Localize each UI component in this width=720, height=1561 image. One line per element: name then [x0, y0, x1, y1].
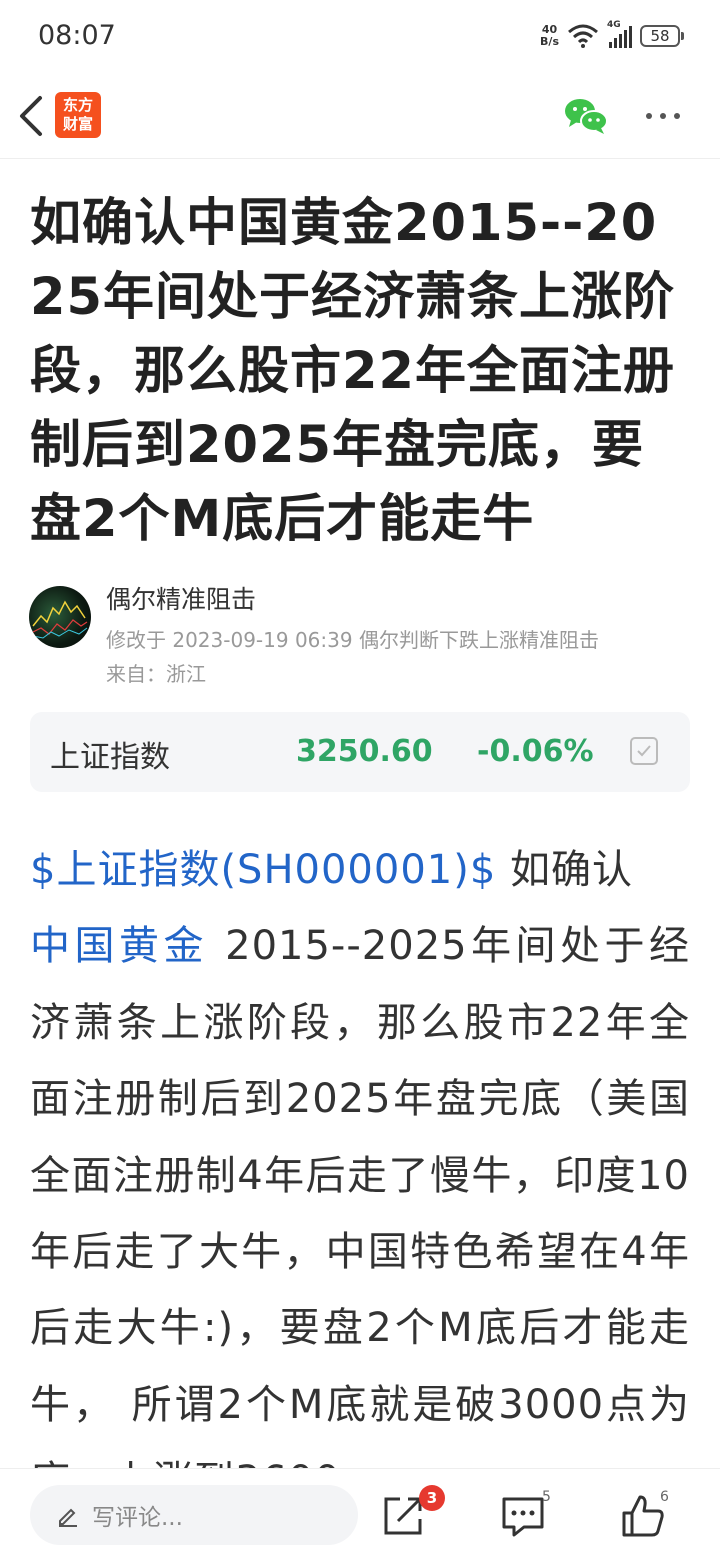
stock-link-shanghai-index[interactable]: $上证指数(SH000001)$ [30, 847, 496, 893]
network-type: 4G [607, 20, 621, 30]
modified-info: 修改于 2023-09-19 06:39 偶尔判断下跌上涨精准阻击 [106, 628, 599, 652]
status-time: 08:07 [38, 20, 116, 51]
author-avatar[interactable] [29, 586, 91, 648]
network-speed-unit: B/s [540, 35, 559, 48]
article-body: $上证指数(SH000001)$ 如确认中国黄金 2015--2025年间处于经… [30, 832, 690, 1468]
article-title: 如确认中国黄金2015--2025年间处于经济萧条上涨阶段，那么股市22年全面注… [30, 194, 675, 549]
comment-input[interactable]: 写评论... [30, 1485, 358, 1545]
stock-link-china-gold[interactable]: 中国黄金 [30, 923, 208, 969]
more-icon[interactable] [646, 106, 690, 126]
check-icon [637, 745, 651, 757]
comment-placeholder: 写评论... [92, 1505, 183, 1531]
app-logo[interactable]: 东方 财富 [55, 92, 101, 138]
stock-quote-card[interactable]: 上证指数 3250.60 -0.06% [30, 712, 690, 792]
comment-count: 5 [542, 1489, 551, 1505]
cellular-signal-icon: 4G [607, 20, 632, 48]
status-icons: 40 B/s 4G 58 [540, 18, 684, 54]
back-icon[interactable] [14, 94, 54, 138]
network-speed: 40 B/s [540, 24, 559, 48]
origin-info: 来自：浙江 [106, 662, 206, 686]
stock-price: 3250.60 [296, 734, 433, 769]
avatar-chart-image [32, 600, 88, 639]
wechat-icon[interactable] [563, 96, 609, 136]
bottom-action-bar: 写评论... 3 5 6 [0, 1468, 720, 1561]
add-watchlist-checkbox[interactable] [630, 737, 658, 765]
wifi-icon [568, 24, 598, 48]
body-text-1: 如确认 [496, 847, 633, 893]
app-logo-line2: 财富 [62, 115, 93, 133]
comment-icon[interactable] [500, 1493, 546, 1539]
pencil-icon [59, 1508, 77, 1527]
share-count-badge: 3 [419, 1485, 445, 1511]
battery-icon: 58 [640, 25, 684, 47]
stock-name: 上证指数 [50, 740, 170, 775]
body-text-2: 2015--2025年间处于经济萧条上涨阶段，那么股市22年全面注册制后到202… [30, 923, 690, 1468]
stock-change: -0.06% [477, 734, 594, 769]
battery-level: 58 [650, 27, 670, 45]
status-bar: 08:07 40 B/s 4G 58 [0, 0, 720, 72]
app-logo-line1: 东方 [62, 96, 93, 114]
like-count: 6 [660, 1489, 669, 1505]
top-nav-bar: 东方 财富 [0, 72, 720, 159]
author-name[interactable]: 偶尔精准阻击 [106, 580, 256, 616]
